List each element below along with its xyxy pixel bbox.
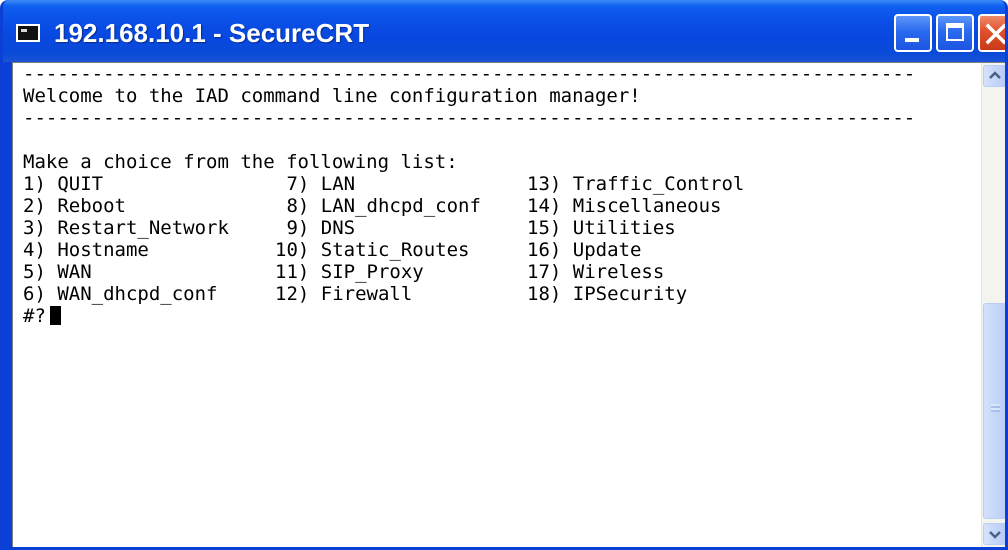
menu-option: 18) IPSecurity <box>527 283 688 305</box>
scroll-up-button[interactable] <box>983 65 1005 87</box>
prompt-text: #? <box>23 305 46 327</box>
minimize-icon <box>905 38 919 42</box>
scroll-down-icon <box>989 531 1001 539</box>
menu-option: 10) Static_Routes <box>275 239 470 261</box>
menu-option: 8) LAN_dhcpd_conf <box>275 195 481 217</box>
menu-option: 6) WAN_dhcpd_conf <box>23 283 218 305</box>
terminal-app-icon[interactable] <box>16 24 40 42</box>
menu-option: 7) LAN <box>275 173 356 195</box>
menu-option: 3) Restart_Network <box>23 217 229 239</box>
menu-option: 14) Miscellaneous <box>527 195 722 217</box>
welcome-message: Welcome to the IAD command line configur… <box>23 85 641 107</box>
close-button[interactable] <box>978 14 1005 52</box>
menu-option: 4) Hostname <box>23 239 149 261</box>
scrollbar-thumb[interactable] <box>983 303 1005 519</box>
command-prompt[interactable]: #? <box>23 305 61 327</box>
window-title: 192.168.10.1 - SecureCRT <box>54 18 370 48</box>
terminal-session[interactable]: ----------------------------------------… <box>13 63 981 547</box>
maximize-icon <box>946 23 964 41</box>
menu-option: 15) Utilities <box>527 217 676 239</box>
menu-option: 13) Traffic_Control <box>527 173 745 195</box>
minimize-button[interactable] <box>894 14 932 52</box>
scroll-up-icon <box>989 71 1001 79</box>
title-bar[interactable]: 192.168.10.1 - SecureCRT <box>3 0 1005 62</box>
separator-line-top: ----------------------------------------… <box>23 63 916 85</box>
maximize-button[interactable] <box>936 14 974 52</box>
menu-option: 2) Reboot <box>23 195 126 217</box>
menu-option: 5) WAN <box>23 261 92 283</box>
separator-line-bottom: ----------------------------------------… <box>23 107 916 129</box>
client-area: ----------------------------------------… <box>12 62 1005 547</box>
menu-option: 12) Firewall <box>275 283 413 305</box>
close-icon <box>985 23 1005 45</box>
text-cursor <box>49 306 61 325</box>
menu-option: 11) SIP_Proxy <box>275 261 424 283</box>
menu-option: 1) QUIT <box>23 173 104 195</box>
menu-option: 17) Wireless <box>527 261 665 283</box>
scroll-down-button[interactable] <box>983 523 1005 545</box>
securecrt-window: 192.168.10.1 - SecureCRT ---------------… <box>0 0 1008 550</box>
menu-option: 9) DNS <box>275 217 356 239</box>
grip-icon <box>991 404 1000 412</box>
menu-option: 16) Update <box>527 239 642 261</box>
menu-heading: Make a choice from the following list: <box>23 151 458 173</box>
vertical-scrollbar[interactable] <box>981 63 1005 547</box>
